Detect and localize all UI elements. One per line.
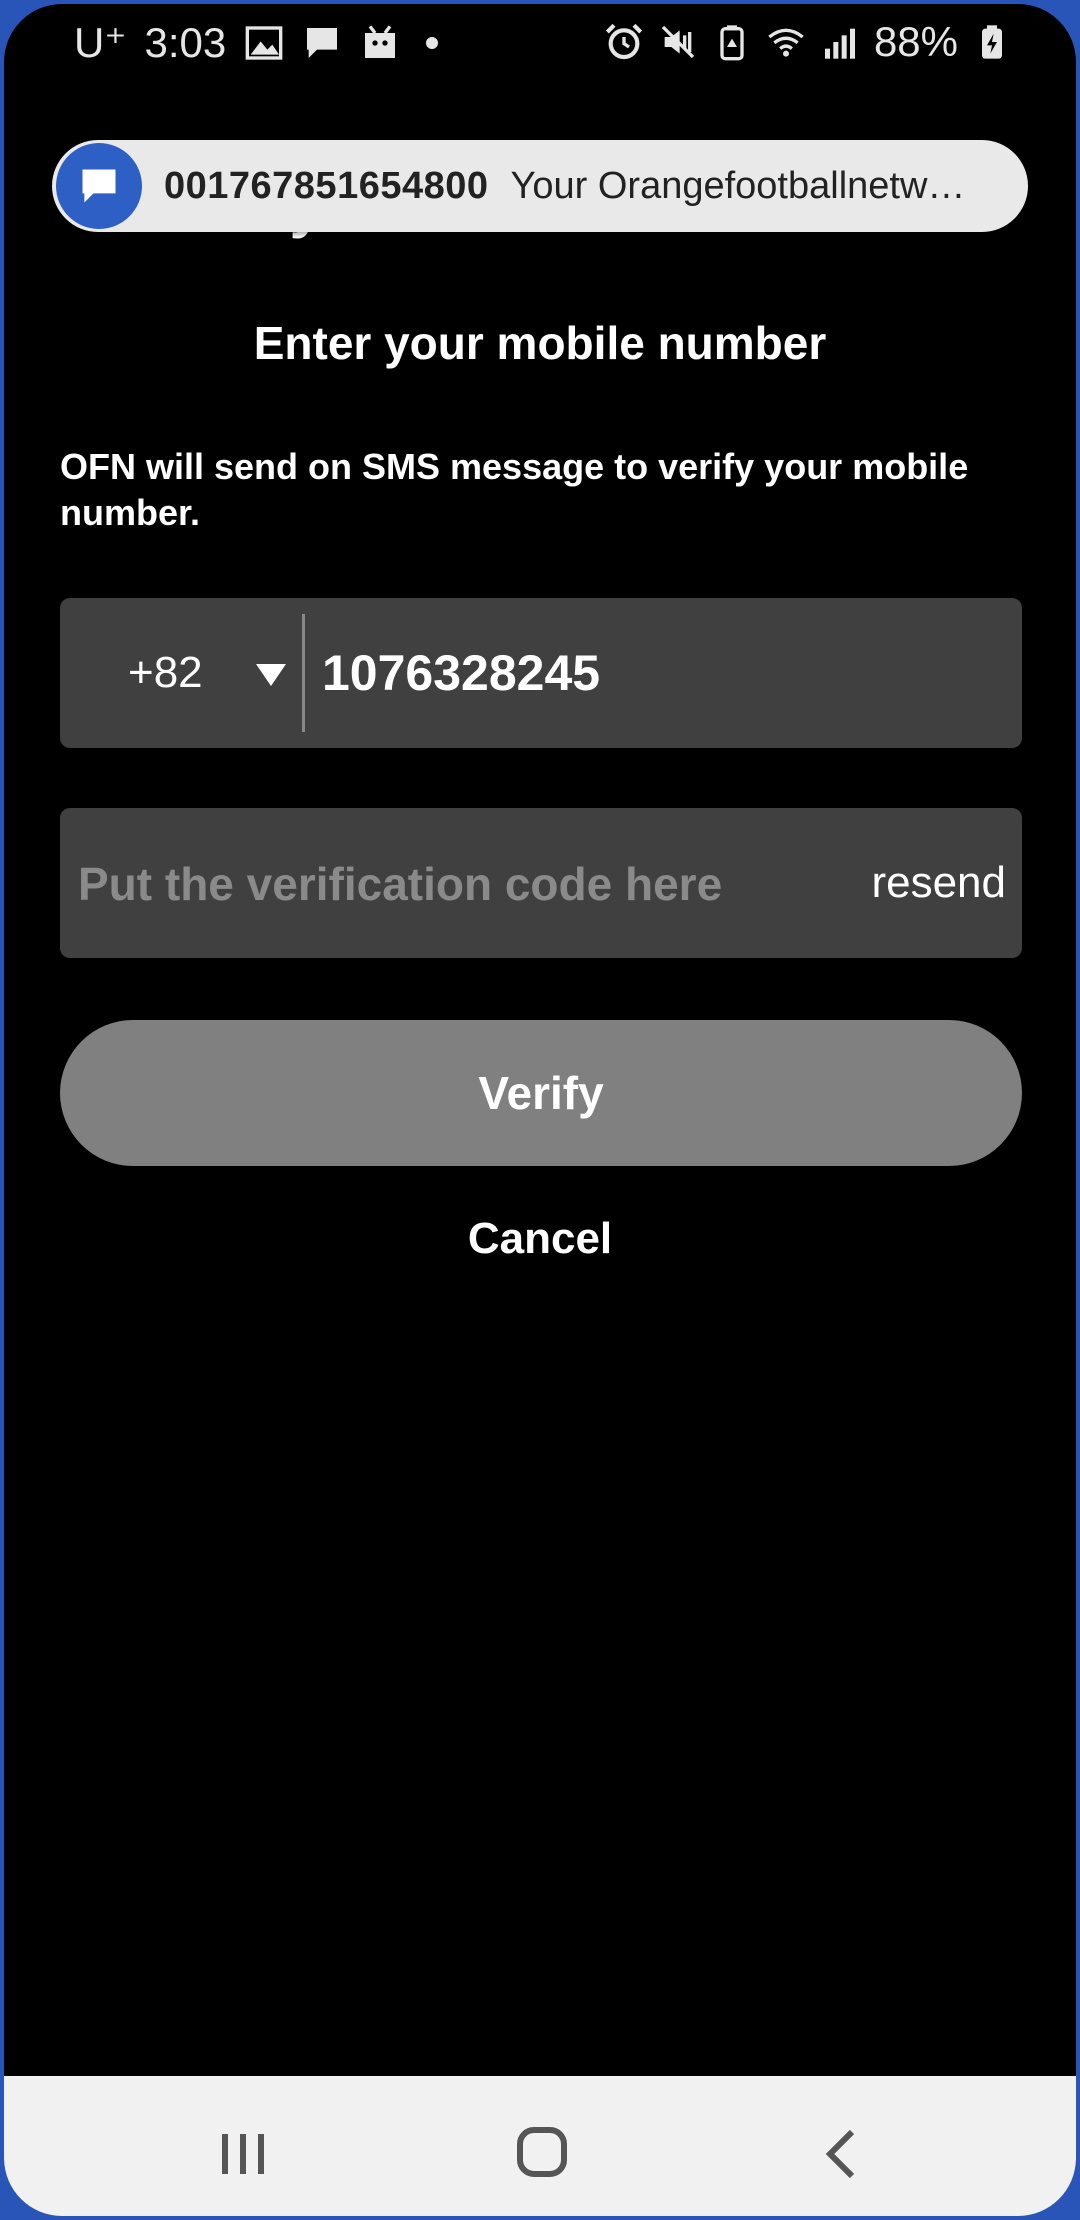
country-code-select[interactable]: +82 [128,598,203,748]
back-icon[interactable] [804,2126,884,2182]
battery-saver-icon [712,22,752,62]
status-bar: U⁺ 3:03 88% [4,4,1076,80]
vibrate-mute-icon [658,22,698,62]
image-icon [244,23,284,63]
verification-code-field: resend [60,808,1022,960]
phone-number-input[interactable]: 1076328245 [322,598,600,748]
recents-icon[interactable] [204,2126,284,2182]
instruction-text: OFN will send on SMS message to verify y… [60,446,969,533]
cancel-button[interactable]: Cancel [4,1204,1076,1274]
message-icon [302,23,342,63]
section-heading: Enter your mobile number [253,317,827,369]
more-notifications-dot [426,36,439,49]
ar-emoji-icon [360,23,400,63]
signal-icon [820,22,860,62]
carrier-label: U⁺ [74,19,127,66]
chevron-down-icon[interactable] [256,664,286,686]
resend-button[interactable]: resend [871,808,1006,958]
wifi-icon [766,22,806,62]
home-icon[interactable] [500,2126,580,2182]
divider [302,614,305,732]
alarm-icon [604,22,644,62]
sms-notification[interactable]: 001767851654800 Your Orangefootballnetwo… [52,140,1028,232]
verify-button[interactable]: Verify [60,1020,1022,1166]
battery-icon [972,22,1012,62]
message-icon [56,143,142,229]
phone-screen: U⁺ 3:03 88% 001767851654800 Your Orangef… [4,4,1076,2216]
clock: 3:03 [144,18,227,66]
notification-preview: Your Orangefootballnetwo… [510,164,981,207]
phone-number-field: +82 1076328245 [60,598,1022,748]
notification-sender: 001767851654800 [164,164,489,207]
verification-code-input[interactable] [76,808,840,960]
system-nav-bar [4,2076,1076,2216]
battery-percent: 88% [873,18,958,65]
